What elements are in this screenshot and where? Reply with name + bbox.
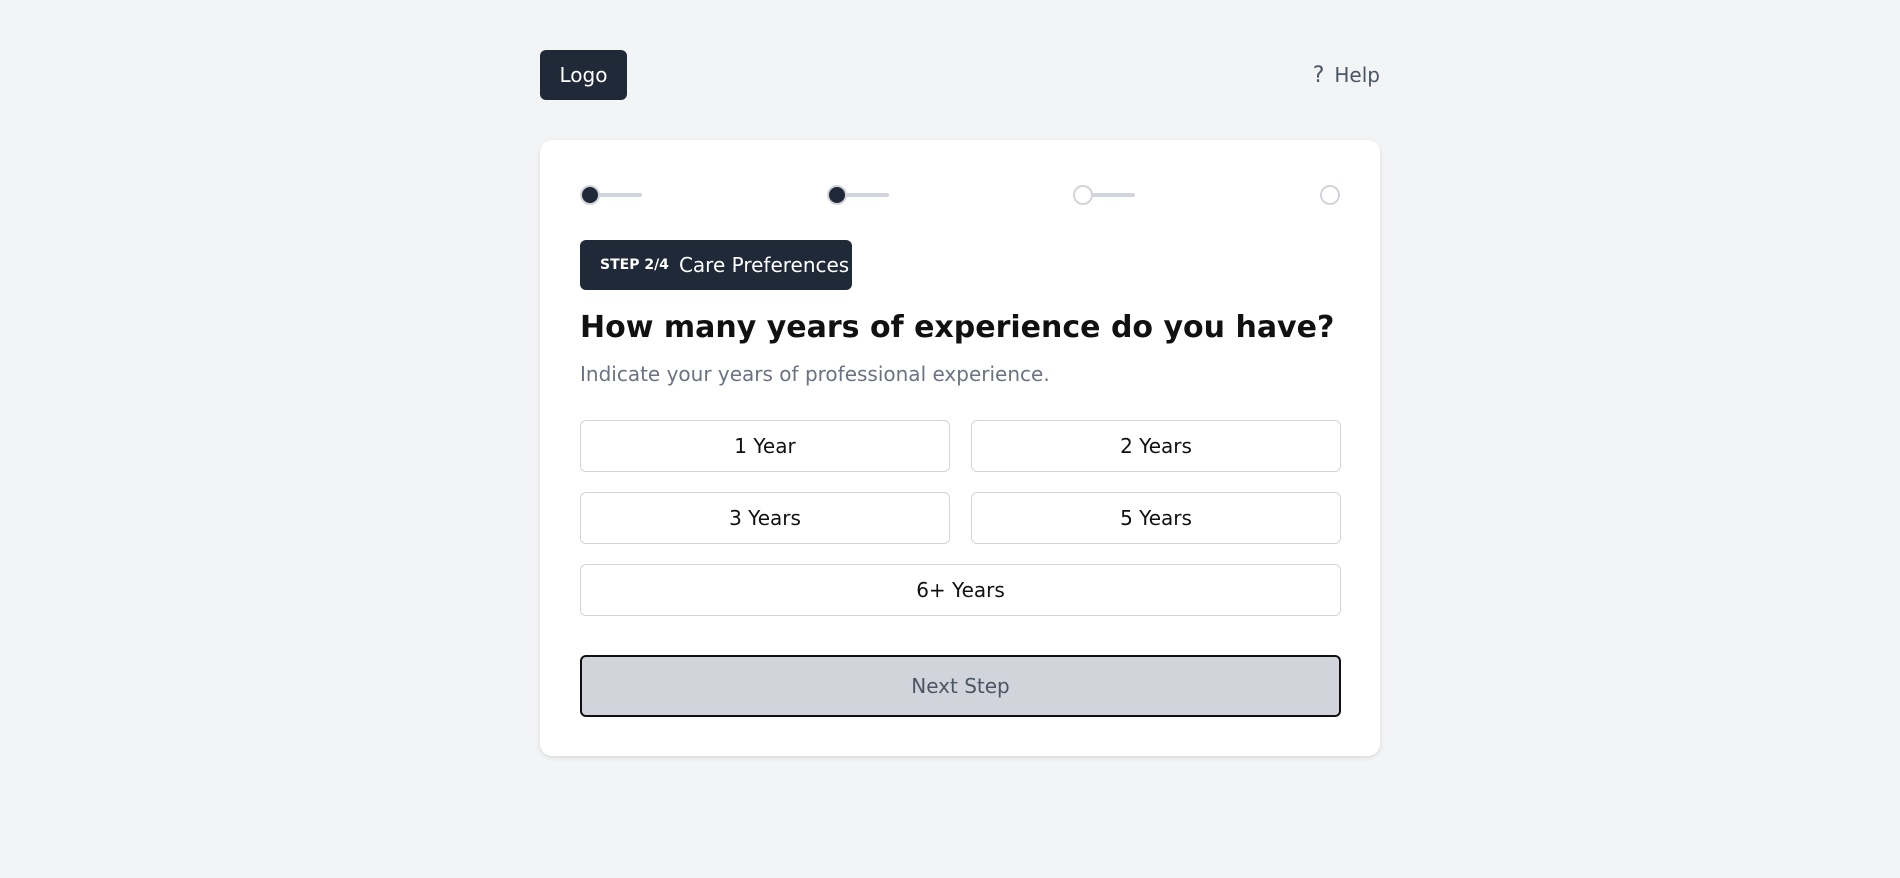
logo[interactable]: Logo [540,50,627,100]
step-connector [1091,193,1135,197]
option-2-years[interactable]: 2 Years [971,420,1341,472]
option-5-years[interactable]: 5 Years [971,492,1341,544]
next-step-button[interactable]: Next Step [580,655,1341,717]
option-6-plus-years[interactable]: 6+ Years [580,564,1341,616]
step-pending-dot [1320,185,1340,205]
step-complete-dot [580,185,600,205]
onboarding-card: STEP 2/4 Care Preferences How many years… [540,140,1380,756]
step-number: STEP 2/4 [600,257,669,273]
step-connector [598,193,642,197]
step-title: Care Preferences [678,253,850,277]
option-3-years[interactable]: 3 Years [580,492,950,544]
question-subtitle: Indicate your years of professional expe… [580,362,1050,386]
step-pending-dot [1073,185,1093,205]
step-connector [845,193,889,197]
question-title: How many years of experience do you have… [580,310,1335,345]
progress-stepper [580,180,1340,210]
step-current-dot [827,185,847,205]
step-badge: STEP 2/4 Care Preferences [580,240,852,290]
option-1-year[interactable]: 1 Year [580,420,950,472]
top-bar: Logo ? Help [540,50,1380,100]
help-link[interactable]: ? Help [1313,50,1380,100]
help-label: Help [1334,63,1380,87]
question-mark-icon: ? [1312,62,1325,88]
